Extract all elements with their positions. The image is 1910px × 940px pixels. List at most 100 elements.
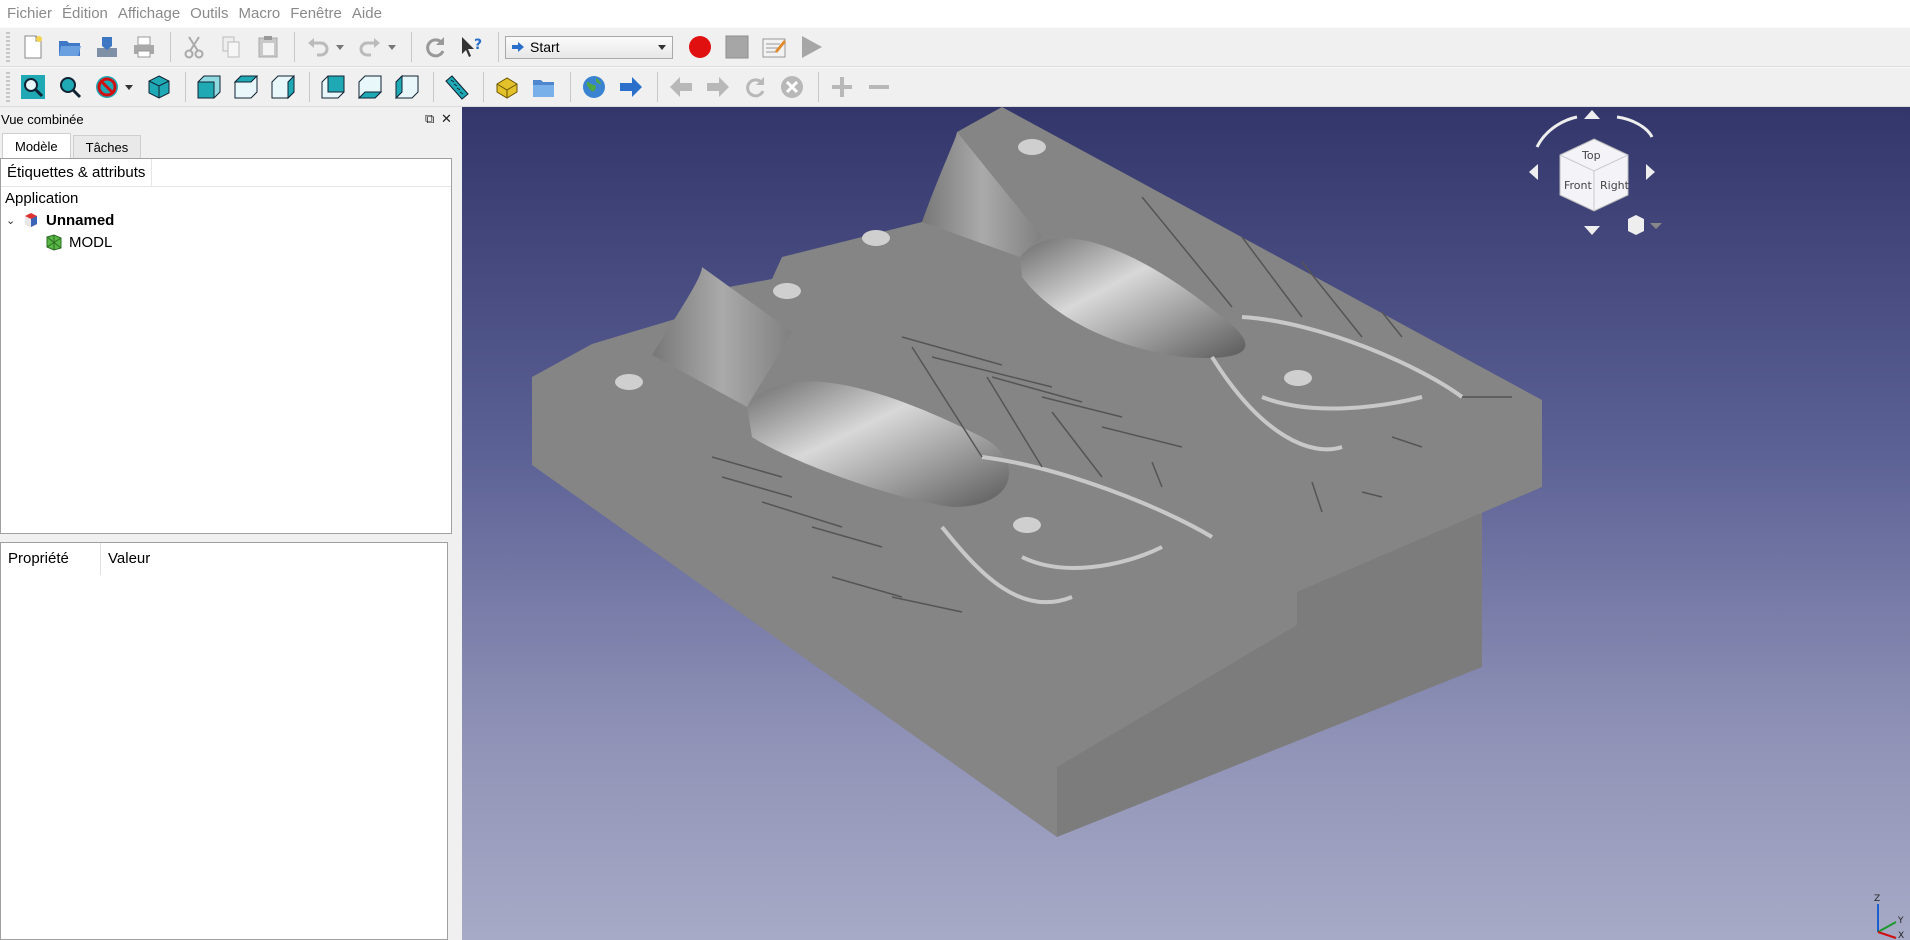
refresh-button[interactable]: [418, 31, 451, 63]
toolbar-grip[interactable]: [6, 72, 10, 102]
axis-y-label: Y: [1897, 916, 1904, 926]
tab-modele[interactable]: Modèle: [2, 133, 71, 158]
value-column-header[interactable]: Valeur: [101, 543, 150, 575]
property-header: Propriété Valeur: [1, 543, 447, 575]
navcube-right-label[interactable]: Right: [1600, 179, 1630, 192]
web-back-button[interactable]: [664, 71, 697, 103]
menu-edition[interactable]: Édition: [57, 0, 113, 27]
3d-viewport[interactable]: Top Front Right Z Y X: [462, 107, 1910, 940]
separator: [433, 72, 434, 102]
macro-stop-button[interactable]: [720, 31, 753, 63]
menu-aide[interactable]: Aide: [347, 0, 387, 27]
object-label: MODL: [69, 233, 113, 251]
redo-dropdown[interactable]: [385, 31, 399, 63]
open-folder-icon: [58, 41, 81, 56]
web-stop-button[interactable]: [775, 71, 808, 103]
menu-affichage[interactable]: Affichage: [113, 0, 185, 27]
model-tree[interactable]: Étiquettes & attributs Application ⌄ Unn…: [0, 158, 452, 534]
stop-icon: [725, 35, 748, 59]
navcube-menu-dropdown-icon[interactable]: [1650, 223, 1662, 229]
view-right-arrow-icon[interactable]: [1646, 164, 1655, 180]
arrow-right-icon: [619, 77, 642, 97]
workbench-selector[interactable]: Start: [505, 35, 673, 59]
web-forward-button[interactable]: [701, 71, 734, 103]
measure-distance-button[interactable]: [440, 71, 473, 103]
zoom-out-button[interactable]: [862, 71, 895, 103]
isometric-view-button[interactable]: [142, 71, 175, 103]
tree-header: Étiquettes & attributs: [1, 158, 451, 187]
print-icon: [133, 36, 154, 58]
menu-fenetre[interactable]: Fenêtre: [285, 0, 347, 27]
macro-record-button[interactable]: [683, 31, 716, 63]
pin-hole: [1013, 517, 1041, 533]
tab-taches[interactable]: Tâches: [72, 135, 142, 158]
macro-run-button[interactable]: [794, 31, 827, 63]
toolbar-grip[interactable]: [6, 32, 10, 62]
axis-x-label: X: [1898, 931, 1904, 940]
bottom-view-icon: [357, 75, 382, 99]
new-document-button[interactable]: [16, 31, 49, 63]
left-view-button[interactable]: [390, 71, 423, 103]
mesh-icon: [46, 234, 62, 251]
macro-edit-icon: [762, 38, 786, 58]
fit-all-button[interactable]: [16, 71, 49, 103]
web-refresh-button[interactable]: [738, 71, 771, 103]
navcube-menu-cube-icon[interactable]: [1628, 215, 1644, 235]
open-button[interactable]: [53, 31, 86, 63]
rear-view-icon: [321, 75, 344, 99]
menu-outils[interactable]: Outils: [185, 0, 233, 27]
undo-dropdown[interactable]: [333, 31, 347, 63]
whats-this-button[interactable]: ?: [455, 31, 488, 63]
close-icon[interactable]: ✕: [441, 111, 452, 127]
pin-hole: [615, 374, 643, 390]
redo-button[interactable]: [353, 31, 386, 63]
paste-button[interactable]: [251, 31, 284, 63]
dropdown-arrow-icon: [388, 45, 396, 50]
property-view[interactable]: Propriété Valeur: [0, 542, 448, 940]
cut-button[interactable]: [177, 31, 210, 63]
tree-item-object[interactable]: MODL: [1, 231, 451, 253]
create-part-button[interactable]: [490, 71, 523, 103]
create-group-button[interactable]: [527, 71, 560, 103]
view-down-arrow-icon[interactable]: [1584, 226, 1600, 235]
tree-column-labels[interactable]: Étiquettes & attributs: [1, 158, 153, 187]
combo-view-title: Vue combinée: [1, 112, 84, 127]
web-go-button[interactable]: [614, 71, 647, 103]
separator: [309, 72, 310, 102]
navcube-top-label[interactable]: Top: [1581, 149, 1601, 162]
property-column-header[interactable]: Propriété: [1, 543, 101, 575]
chevron-down-icon[interactable]: ⌄: [6, 214, 18, 227]
bottom-view-button[interactable]: [353, 71, 386, 103]
macro-edit-button[interactable]: [757, 31, 790, 63]
scissors-icon: [184, 36, 203, 59]
menu-macro[interactable]: Macro: [234, 0, 286, 27]
axis-indicator: Z Y X: [1862, 892, 1910, 940]
fit-selection-button[interactable]: [53, 71, 86, 103]
save-button[interactable]: [90, 31, 123, 63]
navcube-front-label[interactable]: Front: [1564, 179, 1593, 192]
refresh-icon: [745, 77, 764, 98]
view-left-arrow-icon[interactable]: [1529, 164, 1538, 180]
draw-style-button[interactable]: [90, 71, 123, 103]
separator: [498, 32, 499, 62]
tree-item-document[interactable]: ⌄ Unnamed: [1, 209, 451, 231]
copy-button[interactable]: [214, 31, 247, 63]
undo-button[interactable]: [301, 31, 334, 63]
draw-style-dropdown[interactable]: [122, 71, 136, 103]
float-icon[interactable]: ⧉: [425, 111, 434, 127]
front-view-button[interactable]: [192, 71, 225, 103]
print-button[interactable]: [127, 31, 160, 63]
rotate-right-arrow-icon[interactable]: [1616, 115, 1654, 138]
rear-view-button[interactable]: [316, 71, 349, 103]
zoom-in-button[interactable]: [825, 71, 858, 103]
web-home-button[interactable]: [577, 71, 610, 103]
menu-fichier[interactable]: Fichier: [2, 0, 57, 27]
paste-icon: [258, 36, 277, 58]
separator: [657, 72, 658, 102]
top-view-button[interactable]: [229, 71, 262, 103]
rotate-left-arrow-icon[interactable]: [1535, 115, 1578, 148]
navigation-cube[interactable]: Top Front Right: [1522, 107, 1672, 237]
right-view-button[interactable]: [266, 71, 299, 103]
mold-model[interactable]: [462, 107, 1910, 940]
view-up-arrow-icon[interactable]: [1584, 110, 1600, 119]
